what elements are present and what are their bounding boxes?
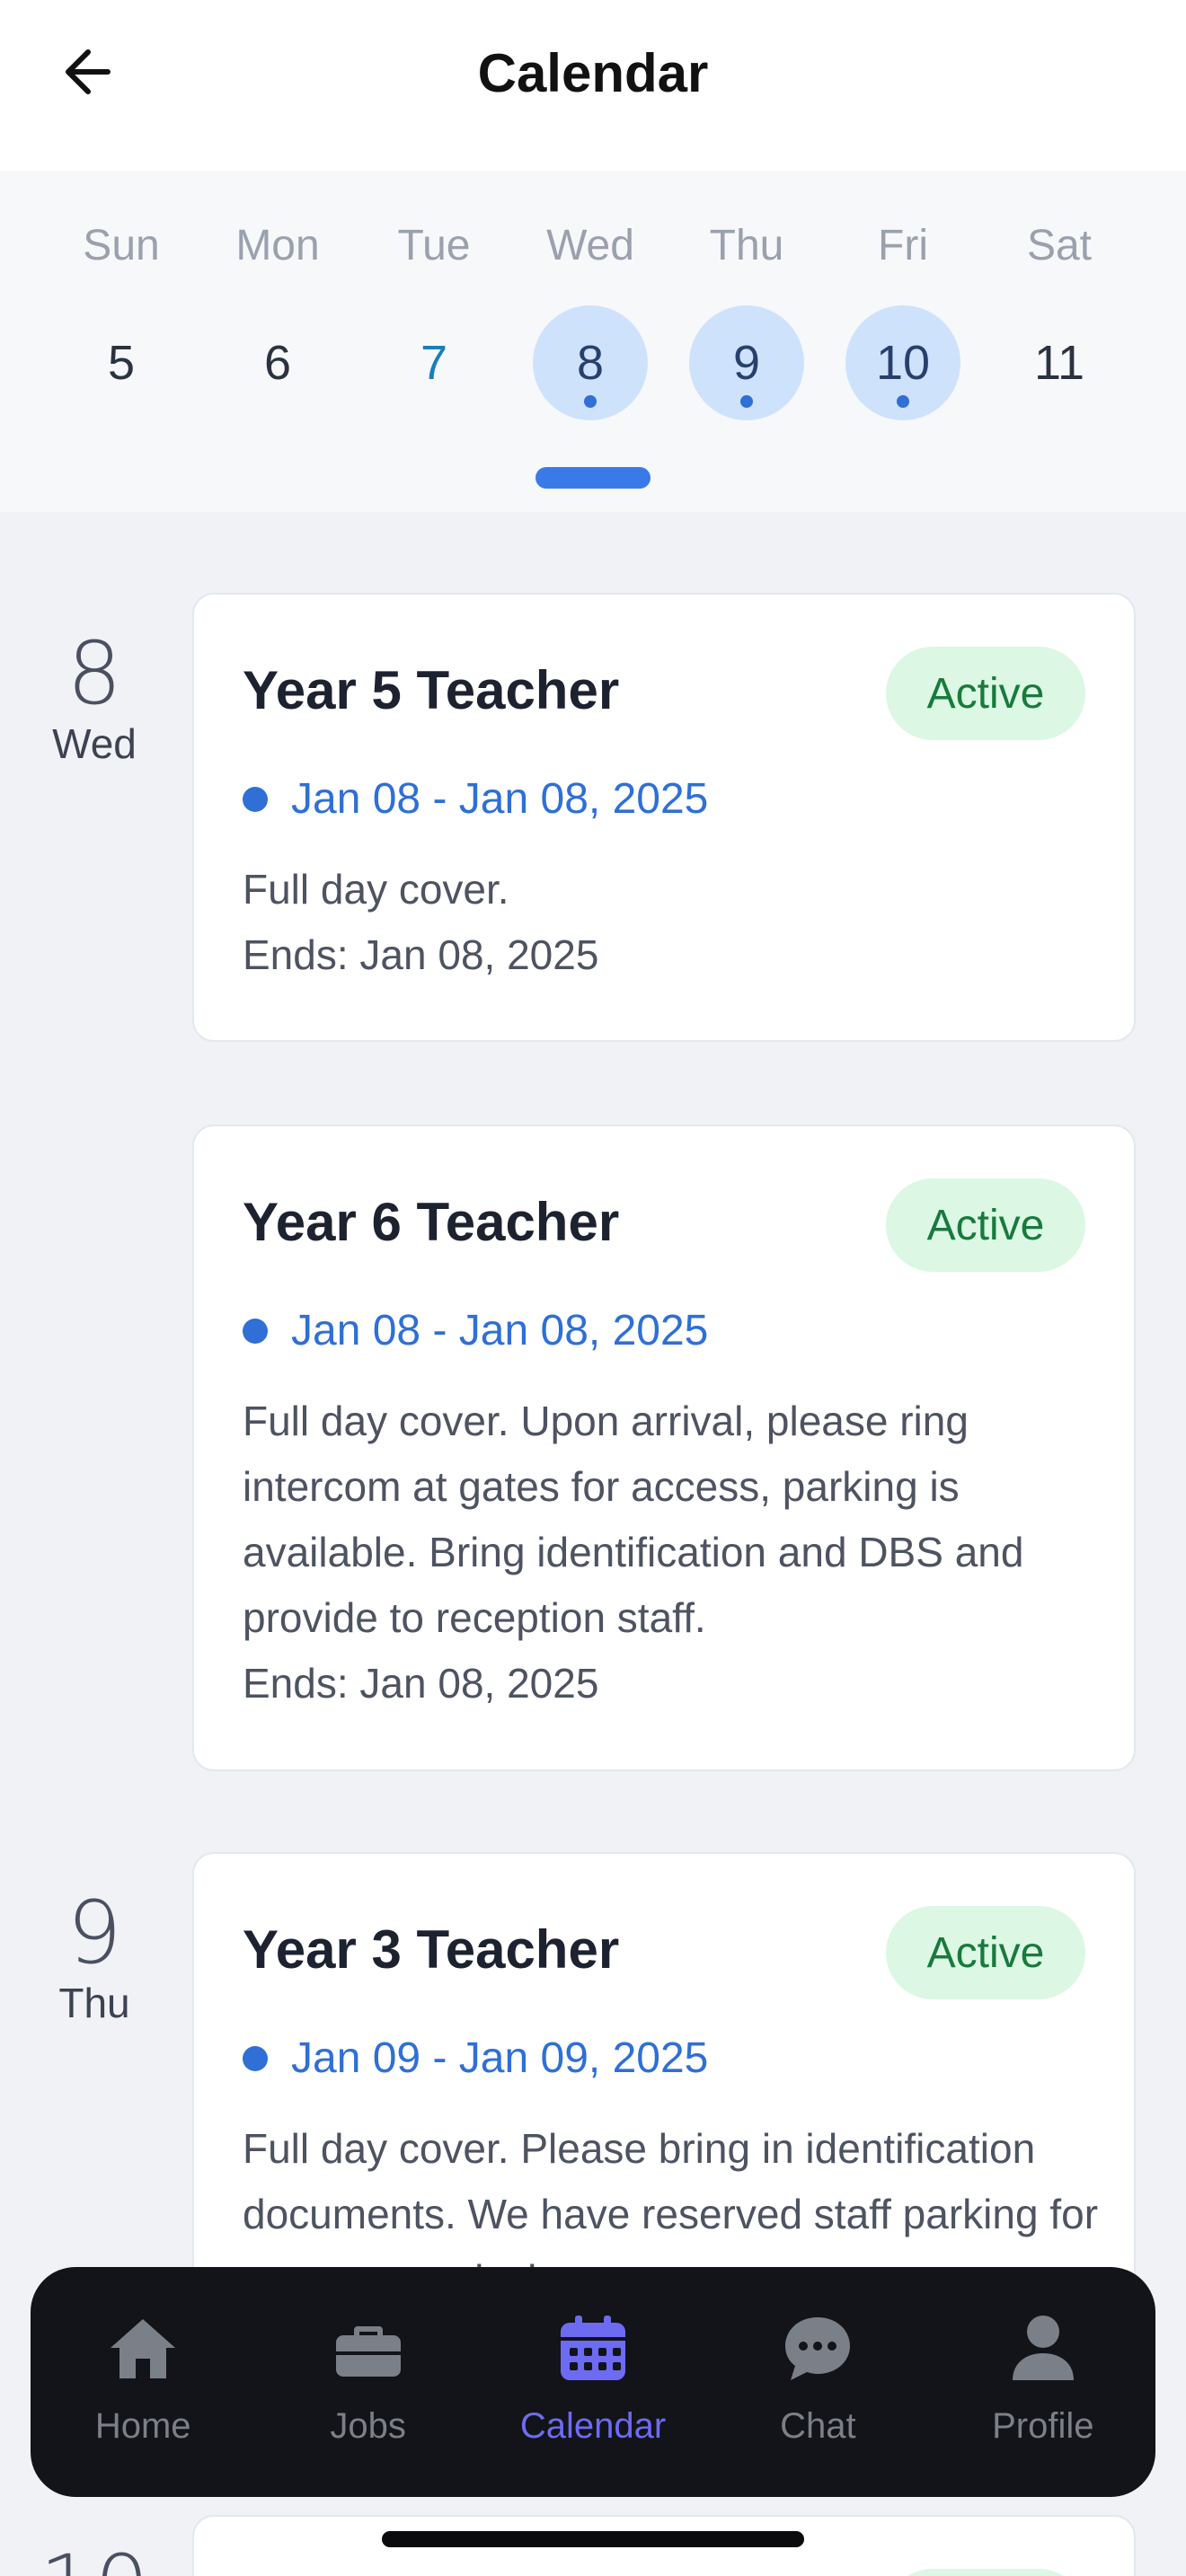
- briefcase-icon: [331, 2310, 406, 2386]
- day-group-name: Wed: [52, 720, 137, 767]
- day-group-number: 10: [36, 2542, 153, 2576]
- status-badge: Active: [886, 647, 1085, 740]
- app-header: Calendar: [0, 0, 1186, 171]
- job-date-row: Jan 08 - Jan 08, 2025: [243, 774, 708, 825]
- person-icon: [1005, 2310, 1081, 2386]
- event-dot: [584, 395, 597, 408]
- job-ends: Ends: Jan 08, 2025: [243, 931, 599, 978]
- status-badge: Active: [886, 1178, 1085, 1272]
- day-wed[interactable]: Wed 8: [512, 171, 668, 440]
- week-strip: Sun 5 Mon 6 Tue 7 Wed 8 Thu 9 Fri 10 Sat…: [0, 171, 1186, 512]
- job-description: Full day cover. Upon arrival, please rin…: [243, 1389, 1098, 1716]
- nav-label: Chat: [780, 2406, 856, 2446]
- day-name: Sat: [1026, 222, 1093, 269]
- day-sun[interactable]: Sun 5: [43, 171, 199, 440]
- job-date-row: Jan 08 - Jan 08, 2025: [243, 1306, 708, 1356]
- day-number-text: 9: [732, 336, 761, 390]
- nav-label: Calendar: [519, 2406, 667, 2446]
- day-group-number: 9: [66, 1883, 122, 1983]
- day-name: Tue: [397, 222, 471, 269]
- day-number-today: 7: [420, 336, 448, 390]
- day-group-label: 8 Wed: [36, 629, 153, 769]
- day-tue[interactable]: Tue 7: [356, 171, 512, 440]
- nav-jobs[interactable]: Jobs: [255, 2267, 480, 2497]
- nav-chat[interactable]: Chat: [705, 2267, 930, 2497]
- job-description-text: Full day cover.: [243, 866, 509, 913]
- nav-home[interactable]: Home: [31, 2267, 255, 2497]
- job-title: Year 6 Teacher: [243, 1192, 620, 1252]
- job-card[interactable]: Year 6 Teacher Active Jan 08 - Jan 08, 2…: [192, 1125, 1136, 1771]
- nav-label: Profile: [992, 2406, 1094, 2446]
- job-date-row: Jan 09 - Jan 09, 2025: [243, 2033, 708, 2084]
- day-name: Sun: [83, 222, 160, 269]
- day-group-label: 9 Thu: [36, 1888, 153, 2028]
- date-dot-icon: [243, 1319, 268, 1344]
- home-icon: [105, 2310, 181, 2386]
- status-badge: [886, 2569, 1085, 2576]
- day-name: Wed: [546, 222, 634, 269]
- nav-profile[interactable]: Profile: [931, 2267, 1155, 2497]
- day-number-text: 8: [576, 336, 605, 390]
- day-sat[interactable]: Sat 11: [981, 171, 1137, 440]
- job-title: Year 5 Teacher: [243, 660, 620, 720]
- day-number-selected: 8: [533, 305, 648, 420]
- status-badge: Active: [886, 1906, 1085, 1999]
- job-card[interactable]: Year 5 Teacher Active Jan 08 - Jan 08, 2…: [192, 593, 1136, 1042]
- day-fri[interactable]: Fri 10: [825, 171, 981, 440]
- event-dot: [740, 395, 753, 408]
- job-date-range: Jan 08 - Jan 08, 2025: [291, 775, 709, 823]
- day-number-selected: 10: [845, 305, 960, 420]
- week-drag-handle[interactable]: [535, 467, 651, 489]
- day-name: Thu: [709, 222, 784, 269]
- nav-calendar[interactable]: Calendar: [481, 2267, 705, 2497]
- job-date-range: Jan 08 - Jan 08, 2025: [291, 1307, 709, 1354]
- date-dot-icon: [243, 787, 268, 812]
- day-group-number: 8: [66, 623, 122, 724]
- day-number: 5: [107, 336, 136, 390]
- chat-bubble-icon: [780, 2310, 855, 2386]
- day-number: 6: [263, 336, 292, 390]
- event-dot: [897, 395, 909, 408]
- day-name: Mon: [235, 222, 320, 269]
- job-description-text: Full day cover. Upon arrival, please rin…: [243, 1398, 1024, 1641]
- date-dot-icon: [243, 2046, 268, 2071]
- job-description: Full day cover. Ends: Jan 08, 2025: [243, 857, 1098, 988]
- job-ends: Ends: Jan 08, 2025: [243, 1660, 599, 1707]
- nav-label: Jobs: [330, 2406, 406, 2446]
- day-mon[interactable]: Mon 6: [199, 171, 356, 440]
- day-number-selected: 9: [689, 305, 804, 420]
- job-date-range: Jan 09 - Jan 09, 2025: [291, 2034, 709, 2082]
- day-number: 11: [1033, 336, 1085, 390]
- day-group-name: Thu: [58, 1980, 130, 2026]
- page-title: Calendar: [477, 43, 709, 103]
- bottom-nav: Home Jobs Calendar Chat Profile: [31, 2267, 1155, 2497]
- home-indicator[interactable]: [382, 2531, 804, 2547]
- nav-label: Home: [94, 2406, 191, 2446]
- day-name: Fri: [878, 222, 928, 269]
- day-thu[interactable]: Thu 9: [668, 171, 825, 440]
- day-group-label: 10: [36, 2542, 153, 2576]
- job-title: Year 3 Teacher: [243, 1919, 620, 1980]
- calendar-icon: [555, 2310, 631, 2386]
- day-number-text: 10: [875, 336, 931, 390]
